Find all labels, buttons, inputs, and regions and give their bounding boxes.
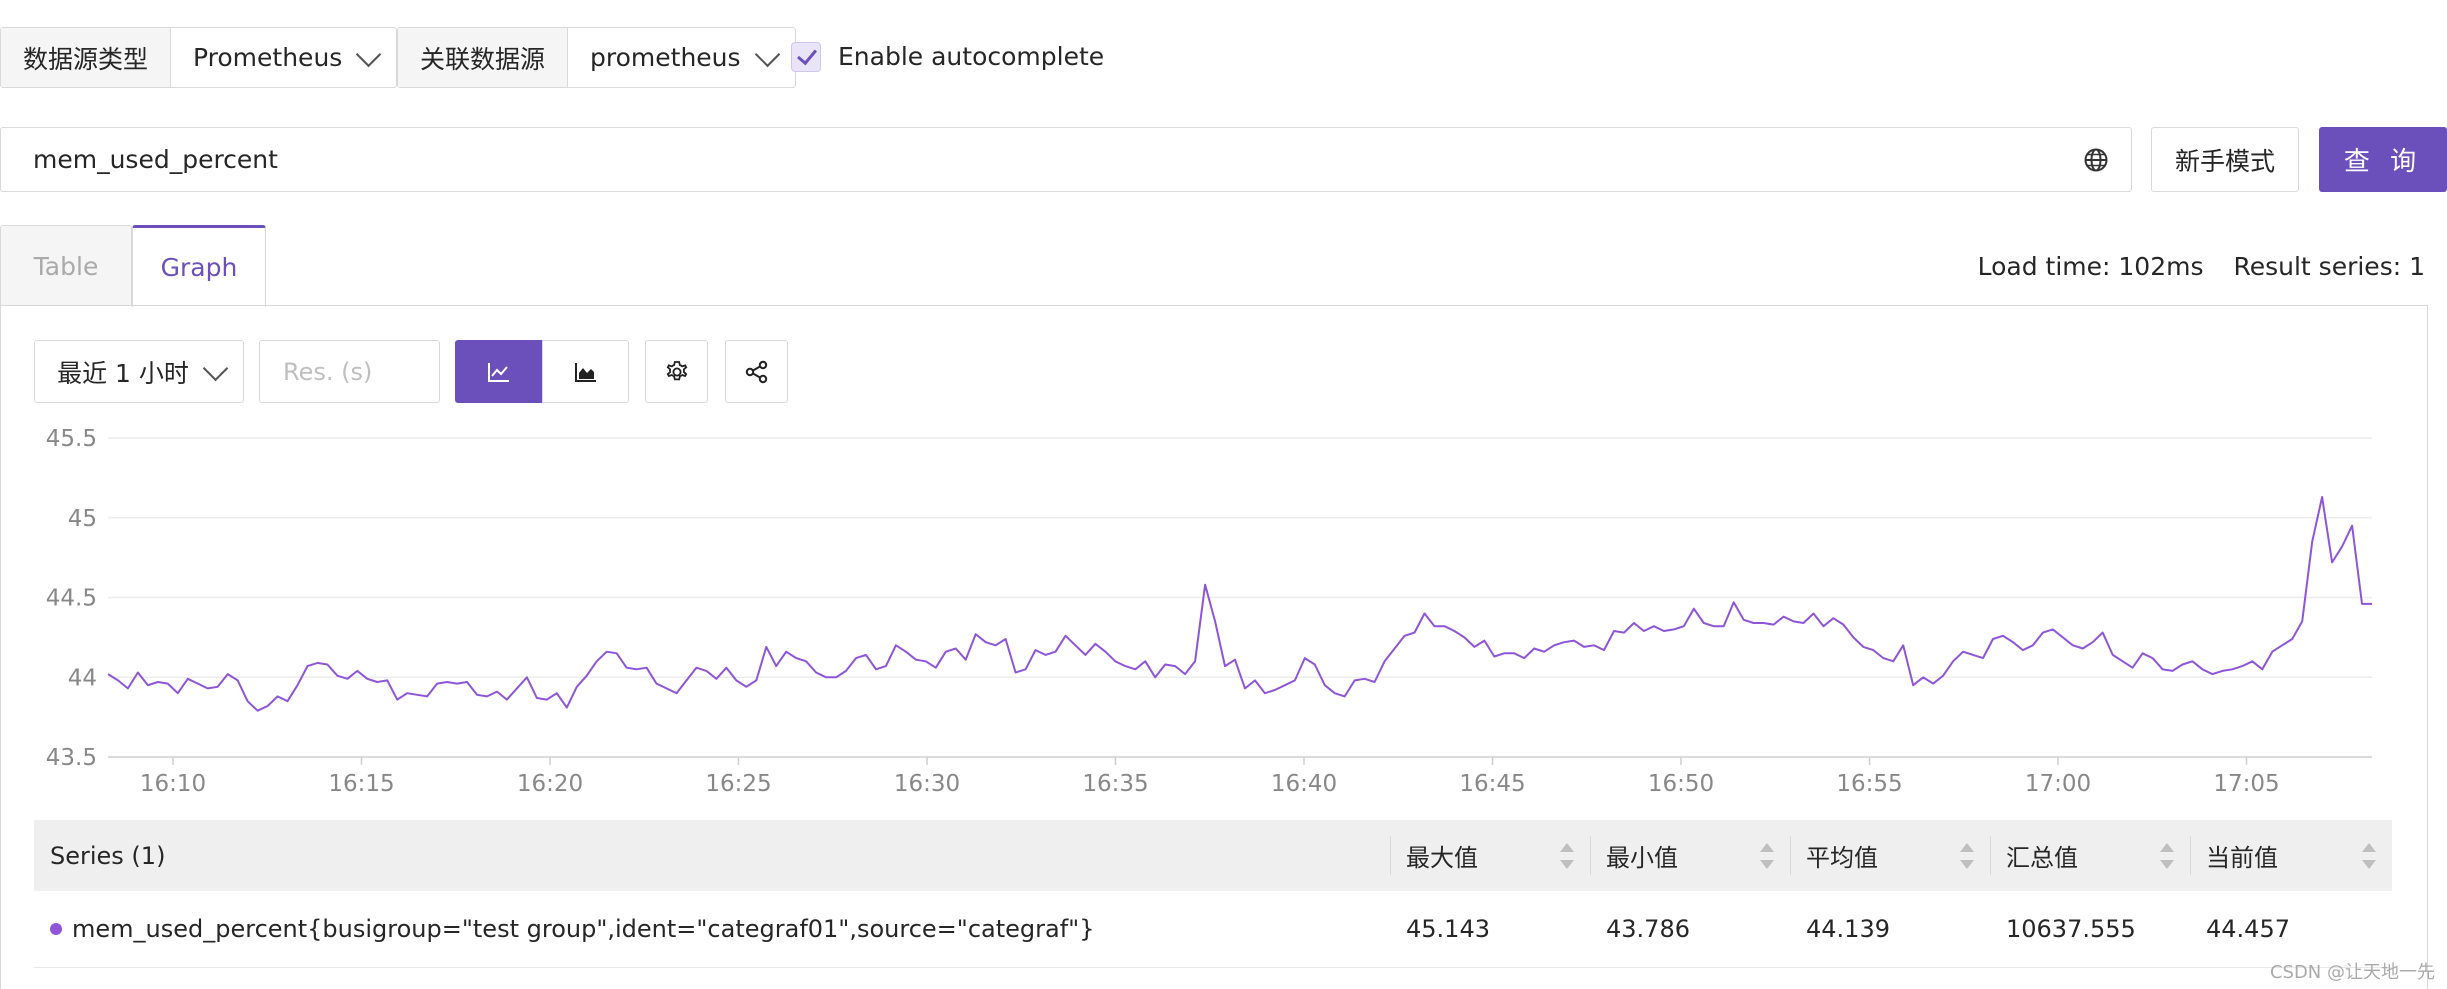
x-tick-label: 16:10 (140, 771, 206, 797)
tab-graph[interactable]: Graph (132, 225, 266, 307)
sort-icon[interactable] (1560, 843, 1574, 869)
sum-cell: 10637.555 (2006, 915, 2136, 943)
x-tick-label: 17:05 (2213, 771, 2279, 797)
table-row[interactable]: mem_used_percent{busigroup="test group",… (34, 891, 2392, 968)
sort-icon[interactable] (1960, 843, 1974, 869)
x-tick-label: 16:40 (1271, 771, 1337, 797)
y-tick-label: 44.5 (46, 586, 97, 612)
query-text: mem_used_percent (33, 145, 278, 174)
x-tick-label: 16:25 (705, 771, 771, 797)
x-tick-label: 16:15 (328, 771, 394, 797)
datasource-text: prometheus (590, 43, 741, 72)
query-button[interactable]: 查 询 (2319, 127, 2447, 192)
datasource-type-text: Prometheus (193, 43, 343, 72)
result-series: Result series: 1 (2233, 252, 2425, 281)
x-tick-label: 16:55 (1836, 771, 1902, 797)
query-stats: Load time: 102ms Result series: 1 (1978, 252, 2425, 281)
chevron-down-icon (356, 41, 382, 67)
datasource-select[interactable]: 关联数据源 prometheus (397, 27, 796, 88)
col-series: Series (1) (34, 820, 1390, 891)
datasource-label: 关联数据源 (398, 28, 569, 87)
autocomplete-checkbox[interactable] (791, 42, 821, 72)
current-cell: 44.457 (2206, 915, 2290, 943)
series-cell: mem_used_percent{busigroup="test group",… (34, 915, 1390, 943)
load-time: Load time: 102ms (1977, 252, 2204, 281)
col-avg[interactable]: 平均值 (1790, 820, 1990, 891)
resolution-input[interactable]: Res. (s) (259, 340, 440, 403)
col-current[interactable]: 当前值 (2190, 820, 2392, 891)
watermark: CSDN @让天地一先 (2269, 962, 2435, 983)
line-chart: 45.5 45 44.5 44 43.5 16:10 16:15 16:20 16:25 16:3… (46, 426, 2372, 797)
series-line[interactable] (107, 496, 2372, 712)
globe-icon[interactable] (2083, 147, 2109, 173)
col-sum-label: 汇总值 (2006, 844, 2078, 872)
col-current-label: 当前值 (2206, 844, 2278, 872)
col-max[interactable]: 最大值 (1390, 820, 1590, 891)
area-chart-icon (574, 362, 596, 382)
chevron-down-icon (202, 355, 229, 381)
sort-icon[interactable] (2160, 843, 2174, 869)
x-tick-label: 16:45 (1459, 771, 1525, 797)
sort-icon[interactable] (1760, 843, 1774, 869)
col-min-label: 最小值 (1606, 844, 1678, 872)
datasource-type-value[interactable]: Prometheus (171, 28, 396, 87)
line-chart-icon (487, 362, 509, 382)
col-avg-label: 平均值 (1806, 844, 1878, 872)
share-button[interactable] (725, 340, 788, 403)
max-cell: 45.143 (1406, 915, 1490, 943)
x-tick-label: 16:20 (517, 771, 583, 797)
x-tick-label: 16:35 (1082, 771, 1148, 797)
novice-mode-button[interactable]: 新手模式 (2151, 127, 2299, 192)
col-min[interactable]: 最小值 (1590, 820, 1790, 891)
datasource-type-label: 数据源类型 (1, 28, 172, 87)
y-tick-label: 43.5 (46, 745, 97, 771)
x-tick-label: 16:50 (1648, 771, 1714, 797)
col-max-label: 最大值 (1406, 844, 1478, 872)
y-tick-label: 45.5 (46, 426, 97, 452)
series-table-header: Series (1) 最大值 最小值 平均值 汇总值 当前值 (34, 820, 2392, 891)
y-tick-label: 44 (68, 665, 97, 691)
min-cell: 43.786 (1606, 915, 1690, 943)
share-icon (745, 360, 767, 383)
line-chart-button[interactable] (455, 340, 542, 403)
sort-icon[interactable] (2362, 843, 2376, 869)
y-tick-label: 45 (68, 506, 97, 532)
series-color-dot (50, 923, 62, 935)
chevron-down-icon (754, 41, 780, 67)
gear-icon (666, 360, 687, 380)
col-sum[interactable]: 汇总值 (1990, 820, 2190, 891)
autocomplete-label: Enable autocomplete (838, 42, 1105, 71)
avg-cell: 44.139 (1806, 915, 1890, 943)
x-tick-label: 17:00 (2025, 771, 2091, 797)
series-name: mem_used_percent{busigroup="test group",… (72, 915, 1095, 943)
datasource-value[interactable]: prometheus (568, 28, 795, 87)
col-series-label: Series (1) (50, 841, 166, 870)
time-range-text: 最近 1 小时 (57, 358, 189, 388)
datasource-type-select[interactable]: 数据源类型 Prometheus (0, 27, 398, 88)
time-range-select[interactable]: 最近 1 小时 (34, 340, 244, 403)
x-tick-label: 16:30 (894, 771, 960, 797)
settings-button[interactable] (645, 340, 708, 403)
tab-table[interactable]: Table (0, 225, 132, 306)
area-chart-button[interactable] (542, 340, 629, 403)
promql-query-input[interactable]: mem_used_percent (0, 127, 2132, 192)
